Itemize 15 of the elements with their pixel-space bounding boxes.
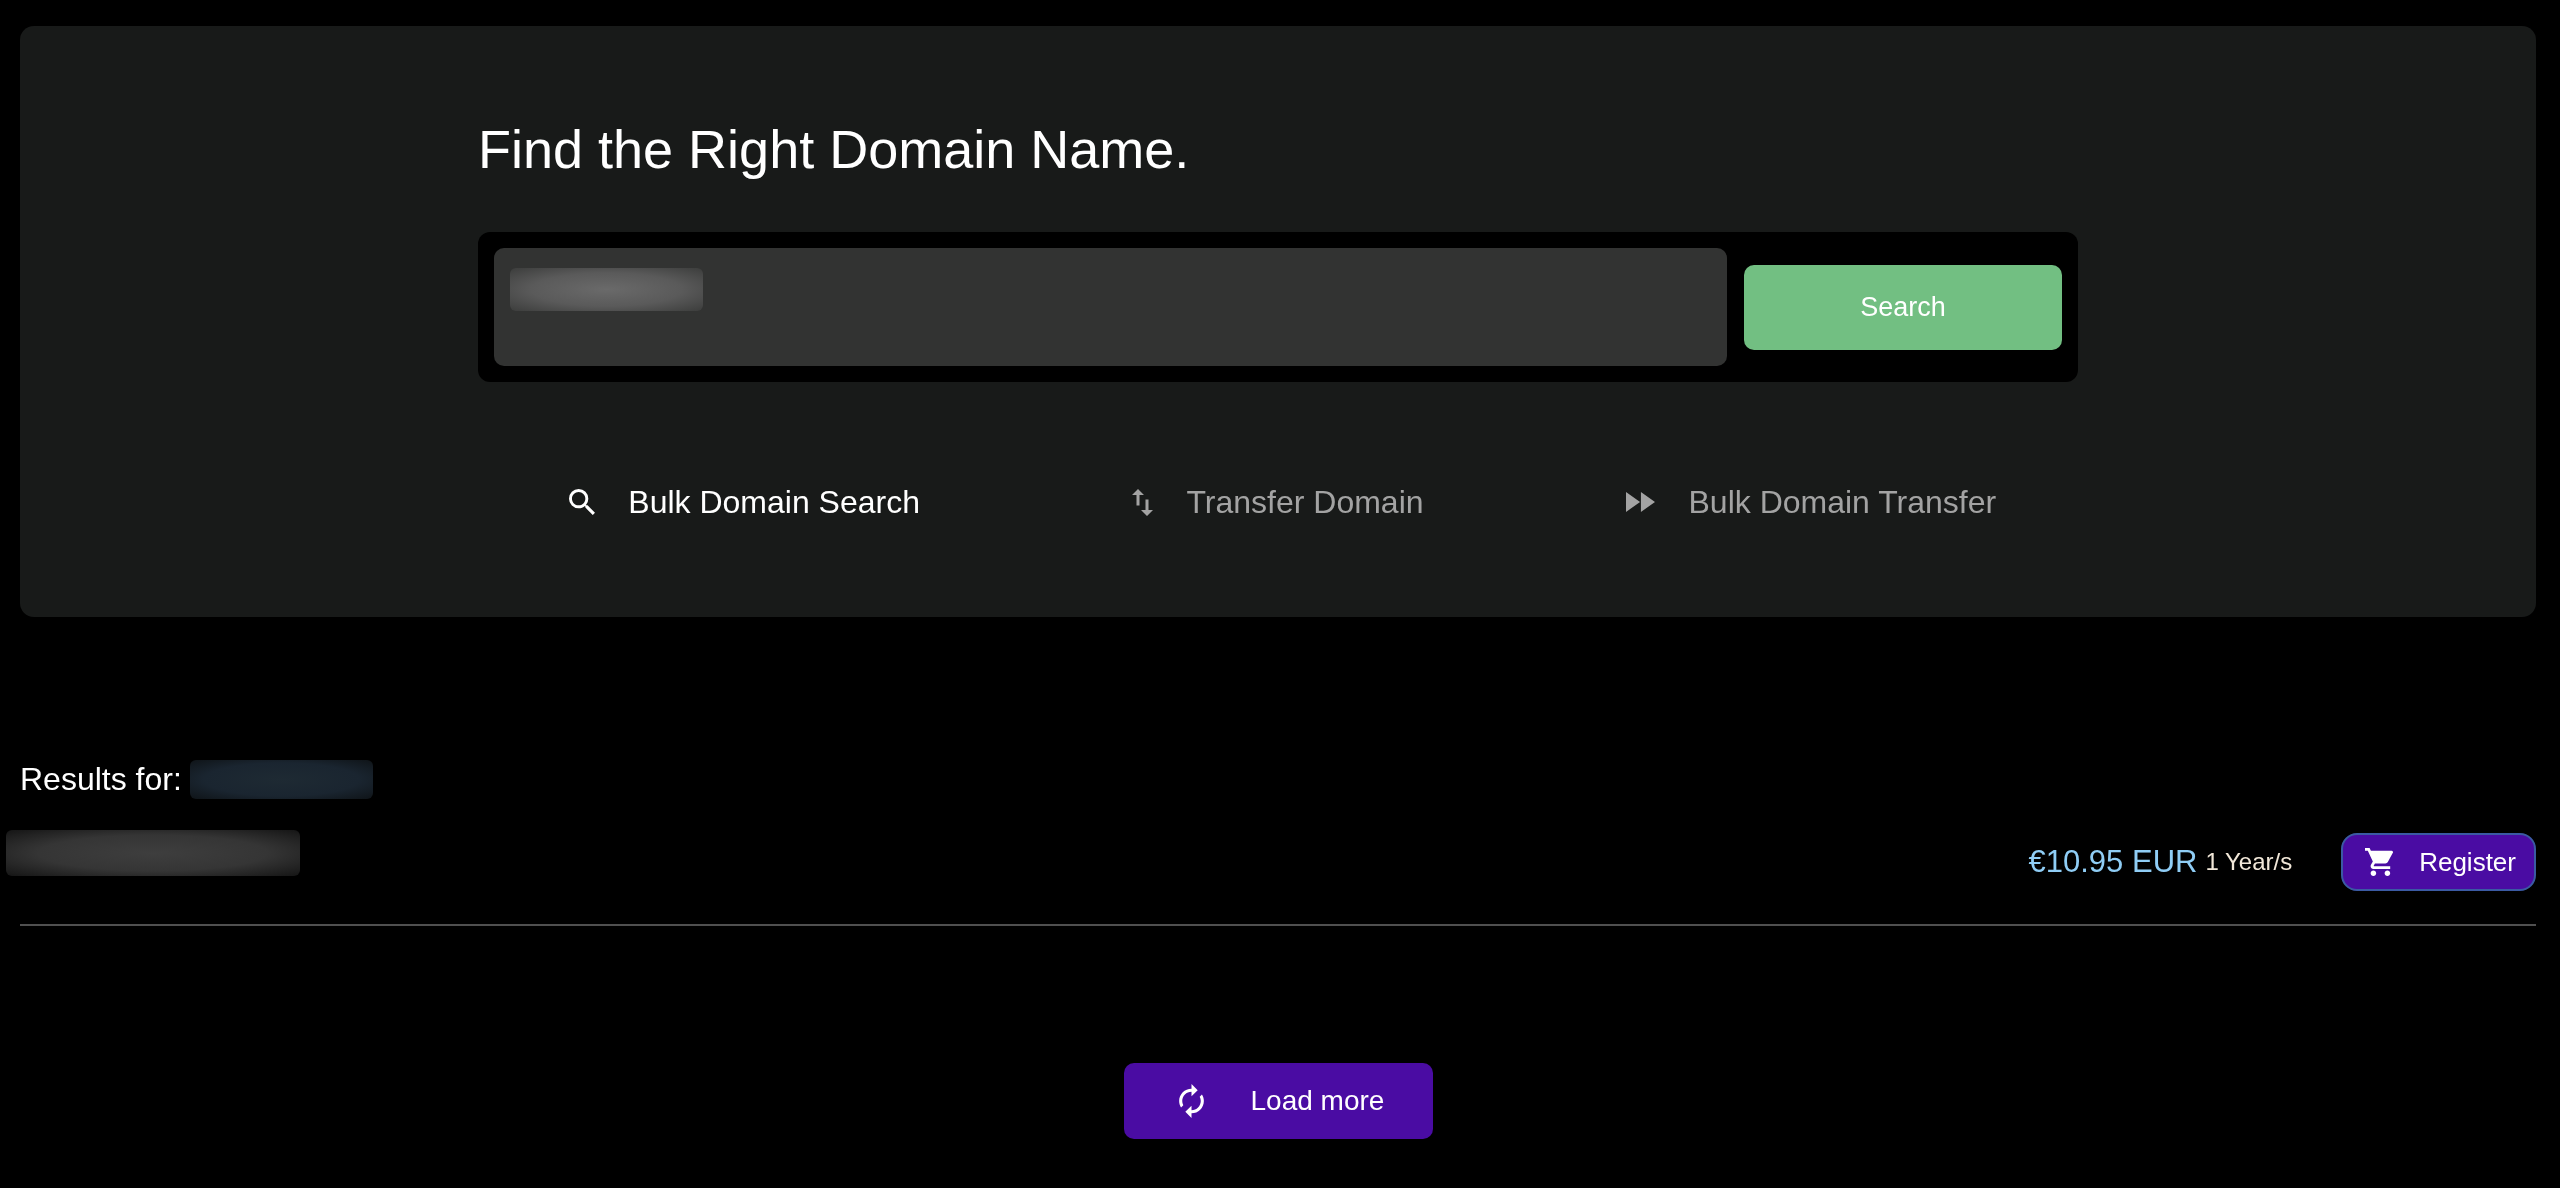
fast-forward-icon xyxy=(1626,492,1656,512)
tab[interactable]: Bulk Domain Search xyxy=(569,483,920,521)
search-icon xyxy=(569,489,596,515)
refresh-icon xyxy=(1178,1084,1204,1118)
search-field[interactable] xyxy=(494,248,1727,366)
period: 1 Year/s xyxy=(2205,848,2293,876)
up-down-arrows-icon xyxy=(1132,488,1154,516)
price: €10.95 EUR xyxy=(2028,844,2198,880)
load-more-button[interactable]: Load more xyxy=(1123,1063,1433,1139)
tab[interactable]: Transfer Domain xyxy=(1132,483,1424,521)
results-label: Results for: xyxy=(20,760,182,799)
tab[interactable]: Bulk Domain Transfer xyxy=(1626,483,1997,521)
cart-icon xyxy=(2365,848,2394,876)
register-button[interactable]: Register xyxy=(2341,833,2536,891)
page-title: Find the Right Domain Name. xyxy=(478,118,1191,180)
